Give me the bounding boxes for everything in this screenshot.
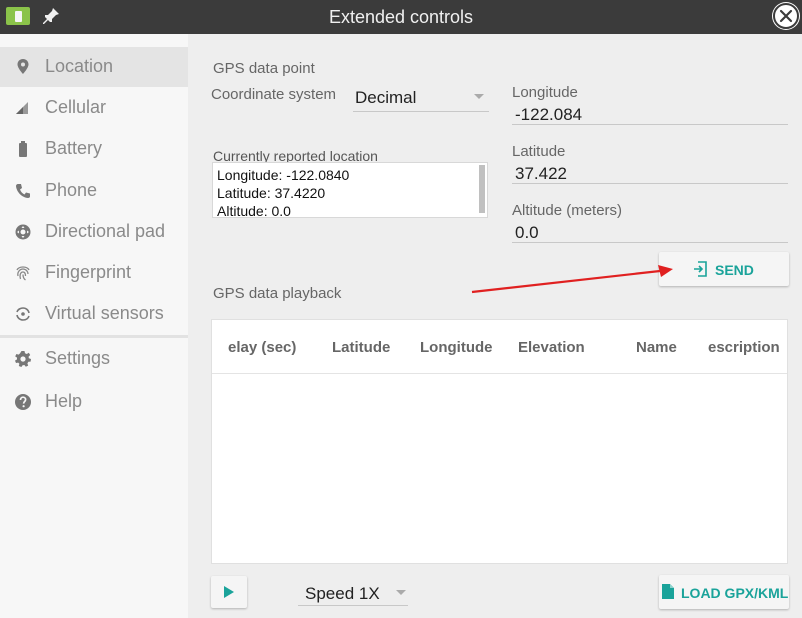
phone-icon [16, 184, 30, 198]
sidebar-item-label: Battery [45, 138, 103, 158]
reported-location-caption: Currently reported location [213, 148, 378, 163]
sidebar-item-label: Settings [45, 348, 111, 368]
sidebar-item-label: Virtual sensors [45, 303, 164, 323]
signal-icon [16, 102, 28, 114]
sidebar-item-label: Fingerprint [45, 262, 132, 282]
altitude-field[interactable]: 0.0 [515, 223, 539, 243]
reported-location-scrollbar[interactable] [479, 165, 485, 213]
fingerprint-icon [16, 266, 30, 281]
coordinate-system-underline [353, 111, 489, 112]
column-header-name[interactable]: Name [636, 339, 677, 356]
latitude-label: Latitude [512, 143, 566, 160]
sidebar-item-label: Phone [45, 180, 98, 200]
help-icon [15, 394, 31, 410]
reported-latitude: Latitude: 37.4220 [217, 185, 326, 201]
rotate-icon [16, 307, 30, 321]
sidebar-item-battery[interactable]: Battery [0, 129, 188, 169]
reported-longitude: Longitude: -122.0840 [217, 167, 350, 183]
speed-dropdown[interactable]: Speed 1X [305, 584, 380, 604]
reported-location-box: Longitude: -122.0840 Latitude: 37.4220 A… [212, 162, 488, 219]
file-icon [662, 584, 674, 599]
sidebar-item-label: Help [45, 391, 83, 411]
sidebar-item-label: Cellular [45, 97, 107, 117]
sidebar-item-settings[interactable]: Settings [0, 339, 188, 379]
column-header-latitude[interactable]: Latitude [332, 339, 390, 356]
window-title: Extended controls [328, 7, 474, 27]
sidebar: Location Cellular Battery Phone Directio… [0, 34, 188, 618]
location-pin-icon [17, 59, 29, 74]
close-icon [779, 9, 793, 23]
chevron-down-icon [396, 590, 406, 595]
sidebar-item-label: Directional pad [45, 221, 166, 241]
longitude-field[interactable]: -122.084 [515, 105, 582, 125]
sidebar-item-fingerprint[interactable]: Fingerprint [0, 253, 188, 293]
send-button-label: SEND [715, 262, 754, 278]
play-icon [224, 586, 234, 598]
send-icon [694, 261, 707, 277]
sidebar-item-virtual-sensors[interactable]: Virtual sensors [0, 294, 188, 334]
sidebar-item-help[interactable]: Help [0, 382, 188, 422]
latitude-underline [512, 183, 788, 184]
speed-underline [298, 605, 408, 606]
coordinate-system-label: Coordinate system [211, 86, 337, 103]
dpad-icon [15, 224, 31, 240]
column-header-description[interactable]: escription [708, 339, 780, 356]
playback-table[interactable]: elay (sec) Latitude Longitude Elevation … [211, 319, 788, 564]
annotation-arrow-icon [471, 265, 673, 294]
load-button-label: LOAD GPX/KML [681, 585, 789, 601]
chevron-down-icon [474, 94, 484, 99]
battery-icon [19, 141, 27, 157]
sidebar-item-phone[interactable]: Phone [0, 171, 188, 211]
altitude-label: Altitude (meters) [512, 202, 623, 219]
longitude-label: Longitude [512, 84, 578, 101]
title-bar: Extended controls [0, 0, 802, 34]
gear-icon [15, 351, 31, 367]
load-gpx-kml-button[interactable]: LOAD GPX/KML [659, 575, 789, 609]
play-button[interactable] [211, 576, 247, 608]
sidebar-divider [0, 335, 188, 338]
altitude-underline [512, 242, 788, 243]
longitude-underline [512, 124, 788, 125]
sidebar-item-label: Location [45, 56, 114, 76]
reported-altitude: Altitude: 0.0 [217, 203, 291, 219]
gps-playback-heading: GPS data playback [213, 285, 342, 302]
column-header-longitude[interactable]: Longitude [420, 339, 492, 356]
column-header-delay[interactable]: elay (sec) [228, 339, 296, 356]
gps-data-point-heading: GPS data point [213, 60, 315, 77]
column-header-elevation[interactable]: Elevation [518, 339, 585, 356]
table-header: elay (sec) Latitude Longitude Elevation … [212, 320, 787, 374]
sidebar-item-cellular[interactable]: Cellular [0, 88, 188, 128]
latitude-field[interactable]: 37.422 [515, 164, 567, 184]
sidebar-item-location[interactable]: Location [0, 47, 188, 87]
sidebar-item-directional-pad[interactable]: Directional pad [0, 212, 188, 252]
coordinate-system-dropdown[interactable]: Decimal [355, 88, 416, 108]
close-button[interactable] [773, 3, 799, 29]
